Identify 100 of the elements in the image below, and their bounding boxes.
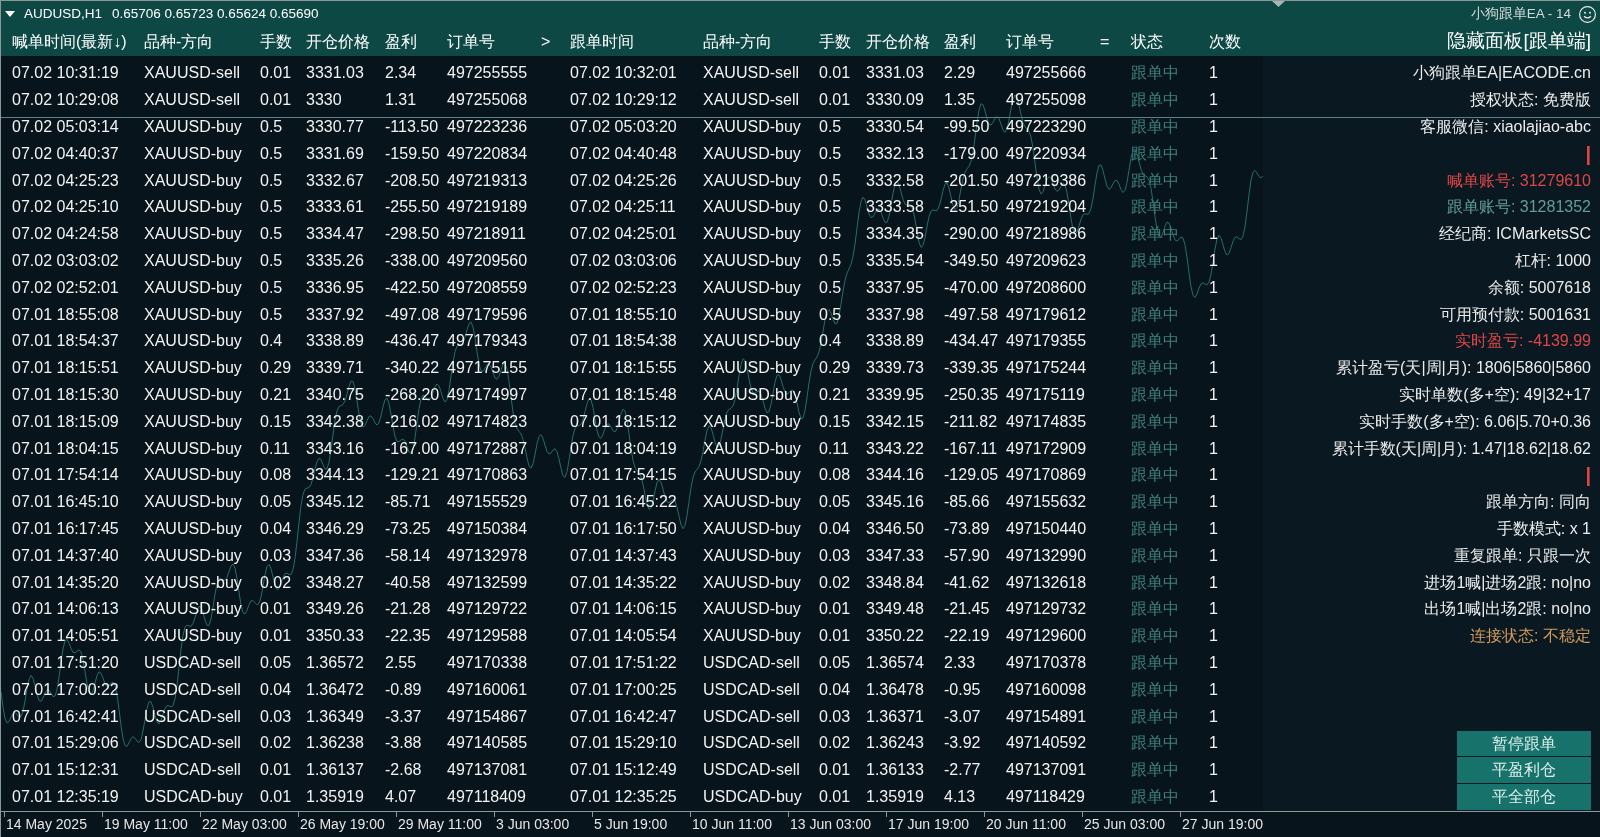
action-button[interactable]: 平盈利仓	[1457, 757, 1591, 784]
axis-label: 19 May 11:00	[104, 815, 188, 834]
table-cell-text: 1	[1209, 358, 1219, 379]
table-cell-text: 497219204	[1006, 197, 1088, 218]
table-cell-text: USDCAD-buy	[703, 786, 803, 807]
table-cell-text: 07.02 03:03:06	[570, 250, 678, 271]
table-cell-text: 1.36478	[866, 679, 925, 700]
table-cell-text: 497175244	[1006, 358, 1088, 379]
table-cell-text: 07.01 14:37:40	[12, 545, 120, 566]
table-cell-text: -211.82	[944, 411, 999, 432]
table-cell-text: USDCAD-sell	[703, 733, 801, 754]
table-cell-text: 0.5	[819, 304, 843, 325]
table-cell-text: 07.01 15:12:49	[570, 760, 678, 781]
table-cell-text: 07.01 16:45:10	[12, 492, 120, 513]
panel-text: 手数模式: x 1	[1496, 518, 1591, 539]
caret-down-icon[interactable]	[5, 11, 15, 17]
table-cell-text: -22.35	[385, 626, 432, 647]
table-cell-text: 497170378	[1006, 652, 1088, 673]
table-cell-text: 497209623	[1006, 250, 1088, 271]
table-cell-text: XAUUSD-buy	[144, 143, 243, 164]
table-cell-text: 497132618	[1006, 572, 1088, 593]
table-cell-text: 3344.16	[866, 465, 925, 486]
table-cell-text: 07.02 04:40:48	[570, 143, 678, 164]
table-cell-text: 0.29	[260, 358, 293, 379]
table-cell-text: 497223236	[447, 117, 529, 137]
table-cell-text: XAUUSD-buy	[703, 250, 802, 271]
table-cell-text: 07.02 04:25:11	[570, 197, 677, 218]
table-cell-text: 1.36371	[866, 706, 925, 727]
table-cell-text: 3348.27	[306, 572, 365, 593]
table-cell-text: 跟单中	[1131, 545, 1180, 566]
table-cell-text: 07.01 18:15:09	[12, 411, 120, 432]
panel-text: 连接状态: 不稳定	[1470, 626, 1591, 647]
column-header: 品种-方向	[144, 31, 214, 52]
table-cell-text: 0.5	[260, 170, 284, 191]
table-cell-text: XAUUSD-buy	[144, 599, 243, 620]
table-cell-text: 3332.13	[866, 143, 925, 164]
table-cell-text: 1.35919	[306, 786, 365, 807]
table-cell-text: 0.03	[260, 706, 293, 727]
table-cell-text: 3348.84	[866, 572, 925, 593]
table-cell-text: XAUUSD-buy	[144, 224, 243, 245]
table-cell-text: XAUUSD-buy	[144, 492, 243, 513]
table-cell-text: 跟单中	[1131, 277, 1180, 298]
action-button[interactable]: 暂停跟单	[1457, 730, 1591, 757]
table-cell-text: 3350.33	[306, 626, 365, 647]
table-cell-text: 0.01	[260, 786, 293, 807]
column-header: 盈利	[944, 31, 976, 52]
table-cell-text: 07.01 18:15:12	[570, 411, 678, 432]
table-cell-text: 0.5	[819, 117, 843, 137]
table-cell-text: 3333.58	[866, 197, 925, 218]
table-cell-text: 1	[1209, 492, 1219, 513]
table-cell-text: 0.5	[819, 277, 843, 298]
table-cell-text: XAUUSD-buy	[703, 599, 802, 620]
chart-shift-icon[interactable]	[1272, 1, 1285, 7]
panel-text: 累计手数(天|周|月): 1.47|18.62|18.62	[1331, 438, 1591, 459]
panel-text: 进场1喊|进场2跟: no|no	[1424, 572, 1591, 593]
table-cell-text: 0.01	[260, 90, 293, 111]
table-cell-text: 0.5	[819, 143, 843, 164]
table-cell-text: 07.01 18:55:10	[570, 304, 678, 325]
table-cell-text: 1	[1209, 599, 1219, 620]
table-cell-text: -470.00	[944, 277, 1000, 298]
table-cell-text: 跟单中	[1131, 760, 1180, 781]
table-cell-text: 497132599	[447, 572, 529, 593]
table-cell-text: -58.14	[385, 545, 432, 566]
table-cell-text: 497172909	[1006, 438, 1088, 459]
axis-label: 26 May 19:00	[300, 815, 385, 834]
table-cell-text: XAUUSD-buy	[703, 411, 802, 432]
table-cell-text: 497150384	[447, 518, 529, 539]
panel-text: 小狗跟单EA|EACODE.cn	[1412, 63, 1591, 84]
table-cell-text: 跟单中	[1131, 117, 1180, 137]
table-cell-text: XAUUSD-buy	[144, 384, 243, 405]
hide-panel-button[interactable]: 隐藏面板[跟单端]	[1447, 27, 1591, 56]
table-cell-text: 07.01 17:54:15	[570, 465, 678, 486]
table-cell-text: 1	[1209, 626, 1219, 647]
table-cell-text: 0.03	[819, 545, 852, 566]
table-cell-text: -422.50	[385, 277, 441, 298]
table-cell-text: -339.35	[944, 358, 1000, 379]
panel-text: 实时单数(多+空): 49|32+17	[1399, 384, 1591, 405]
table-cell-text: USDCAD-sell	[144, 760, 242, 781]
table-cell-text: -434.47	[944, 331, 1000, 352]
axis-label: 17 Jun 19:00	[888, 815, 969, 834]
table-cell-text: 0.5	[260, 277, 284, 298]
panel-text: 杠杆: 1000	[1514, 250, 1591, 271]
action-button[interactable]: 平全部仓	[1457, 784, 1591, 810]
table-cell-text: 0.01	[260, 599, 293, 620]
table-cell-text: 497132990	[1006, 545, 1088, 566]
table-cell-text: 497175155	[447, 358, 529, 379]
table-cell-text: 0.02	[819, 572, 852, 593]
table-cell-text: 07.01 17:54:14	[12, 465, 120, 486]
table-cell-text: 3332.58	[866, 170, 925, 191]
table-cell-text: 07.01 16:17:45	[12, 518, 120, 539]
table-cell-text: XAUUSD-buy	[144, 170, 243, 191]
table-cell-text: 1.36472	[306, 679, 365, 700]
table-cell-text: 3345.16	[866, 492, 925, 513]
table-cell-text: 0.5	[260, 224, 284, 245]
table-cell-text: 3335.26	[306, 250, 365, 271]
table-cell-text: 497137091	[1006, 760, 1088, 781]
table-cell-text: 3340.75	[306, 384, 365, 405]
table-cell-text: 07.01 12:35:25	[570, 786, 678, 807]
table-cell-text: 跟单中	[1131, 197, 1180, 218]
table-cell-text: 497223290	[1006, 117, 1088, 137]
